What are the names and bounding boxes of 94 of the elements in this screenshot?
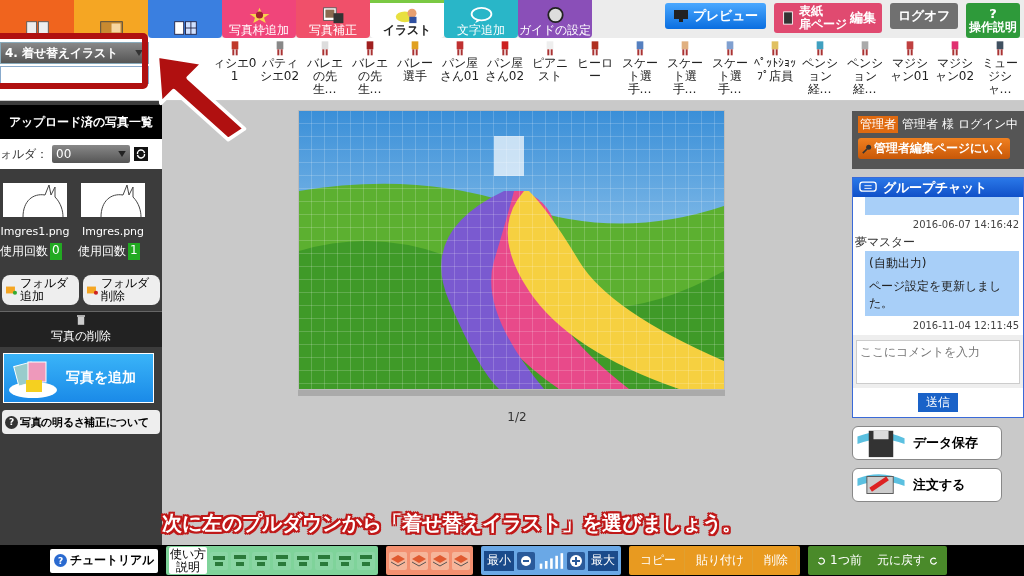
delete-photo-button[interactable]: 写真の削除 [0, 311, 162, 347]
zoom-max-button[interactable]: 最大 [588, 550, 618, 571]
usage-count: 0 [50, 243, 62, 260]
message-sender: 夢マスター [855, 234, 916, 251]
align-help-button[interactable]: 使い方説明 [169, 547, 207, 574]
align-icon[interactable] [294, 551, 312, 570]
photo-thumbnail[interactable] [3, 183, 67, 217]
grid-tab-icon [171, 19, 199, 37]
folder-remove-icon [87, 285, 98, 295]
illustration-item[interactable]: ペンション経… [797, 38, 842, 100]
tool-tab[interactable]: イラスト [370, 0, 444, 38]
illustration-item[interactable]: パティシエ02 [257, 38, 302, 100]
logoff-button[interactable]: ログオフ [890, 3, 958, 29]
tab-label: イラスト [383, 24, 431, 37]
tab-label: 写真補正 [309, 24, 357, 37]
illustration-item[interactable]: バレエの先生… [347, 38, 392, 100]
illustration-item[interactable]: マジシャン02 [932, 38, 977, 100]
undo-button[interactable]: 1つ前 [811, 548, 868, 573]
photo-filename: Imgres1.png [0, 225, 70, 238]
tab-label: 文字追加 [457, 24, 505, 37]
illustration-item[interactable]: パン屋さん01 [437, 38, 482, 100]
align-icon[interactable] [357, 551, 375, 570]
message-time: 2016-06-07 14:16:42 [912, 219, 1019, 230]
photo-filename: Imgres.png [81, 225, 145, 238]
layer-order-icon[interactable] [389, 551, 407, 570]
dropdown-list[interactable] [0, 66, 149, 84]
revert-button[interactable]: 元に戻す [870, 548, 944, 573]
align-icon[interactable] [231, 551, 249, 570]
illustration-item[interactable]: パン屋さん02 [482, 38, 527, 100]
instruction-caption: 次に左のプルダウンから「着せ替えイラスト」を選びましょう。 [162, 510, 742, 537]
save-data-button[interactable]: データ保存 [852, 426, 1002, 460]
delete-folder-button[interactable]: フォルダ削除 [83, 275, 160, 305]
comment-field[interactable]: ここにコメントを入力 [856, 340, 1020, 384]
align-icon[interactable] [252, 551, 270, 570]
illustration-item[interactable]: ミュージシャ… [977, 38, 1022, 100]
tab-label: 写真枠追加 [229, 24, 289, 37]
zoom-level-icon [538, 551, 564, 570]
brightness-help-button[interactable]: ? 写真の明るさ補正について [2, 410, 160, 434]
usage-label: 使用回数 [0, 243, 48, 260]
layer-order-icon[interactable] [431, 551, 449, 570]
usage-label: 使用回数 [78, 243, 126, 260]
tool-tab[interactable]: 写真枠追加 [222, 0, 296, 38]
send-button[interactable]: 送信 [918, 393, 958, 412]
illustration-item[interactable]: ペンション経… [842, 38, 887, 100]
illustration-item[interactable]: ﾍﾟｯﾄｼｮｯﾌﾟ店員 [752, 38, 797, 100]
order-button[interactable]: 注文する [852, 468, 1002, 502]
illustration-item[interactable]: ヒーロー [572, 38, 617, 100]
align-icon[interactable] [315, 551, 333, 570]
folder-label: ォルダ： [0, 145, 48, 163]
key-icon [862, 143, 872, 154]
illustration-item[interactable]: スケート選手… [662, 38, 707, 100]
chat-header: グループチャット [853, 178, 1023, 197]
redo-icon [928, 556, 938, 565]
align-icon[interactable] [336, 551, 354, 570]
book-icon [780, 11, 796, 25]
add-folder-button[interactable]: フォルダ追加 [2, 275, 79, 305]
folder-add-icon [6, 285, 17, 295]
photos-cloud-icon [8, 358, 58, 398]
zoom-out-icon[interactable] [517, 551, 535, 570]
illustration-item[interactable]: バレー選手 [392, 38, 437, 100]
caret-icon [135, 50, 143, 56]
zoom-min-button[interactable]: 最小 [484, 550, 514, 571]
page-number: 1/2 [507, 410, 527, 424]
usage-count: 1 [128, 243, 140, 260]
illustration-item[interactable]: スケート選手… [617, 38, 662, 100]
refresh-icon[interactable] [134, 147, 148, 161]
align-icon[interactable] [210, 551, 228, 570]
tool-tab[interactable] [148, 0, 222, 38]
illustration-item[interactable]: スケート選手… [707, 38, 752, 100]
trash-icon [77, 314, 85, 325]
photo-thumbnail[interactable] [81, 183, 145, 217]
layer-order-icon[interactable] [452, 551, 470, 570]
monitor-icon [673, 9, 689, 23]
undo-icon [817, 556, 826, 565]
category-select[interactable]: 4. 着せ替えイラスト [0, 42, 149, 64]
message-time: 2016-11-04 12:11:45 [912, 320, 1019, 331]
tool-tab[interactable]: ガイドの設定 [518, 0, 592, 38]
message-bubble: (自動出力) ページ設定を更新しました。 [865, 251, 1019, 316]
zoom-in-icon[interactable] [567, 551, 585, 570]
help-button[interactable]: ? 操作説明 [966, 3, 1020, 38]
folder-select[interactable]: 00 [52, 145, 130, 163]
tab-label: ガイドの設定 [519, 24, 591, 37]
layer-order-icon[interactable] [410, 551, 428, 570]
tutorial-button[interactable]: ? チュートリアル [50, 548, 158, 573]
illustration-item[interactable]: マジシャン01 [887, 38, 932, 100]
illustration-item[interactable]: ィシエ01 [212, 38, 257, 100]
illustration-item[interactable]: バレエの先生… [302, 38, 347, 100]
chat-bubble-icon [859, 181, 877, 194]
admin-badge: 管理者 [858, 116, 898, 133]
illustration-item[interactable]: ピアニスト [527, 38, 572, 100]
login-status: 管理者 様 ログイン中 [902, 116, 1018, 133]
panel-title: アップロード済の写真一覧 [0, 105, 162, 139]
align-icon[interactable] [273, 551, 291, 570]
caret-icon [118, 151, 126, 157]
